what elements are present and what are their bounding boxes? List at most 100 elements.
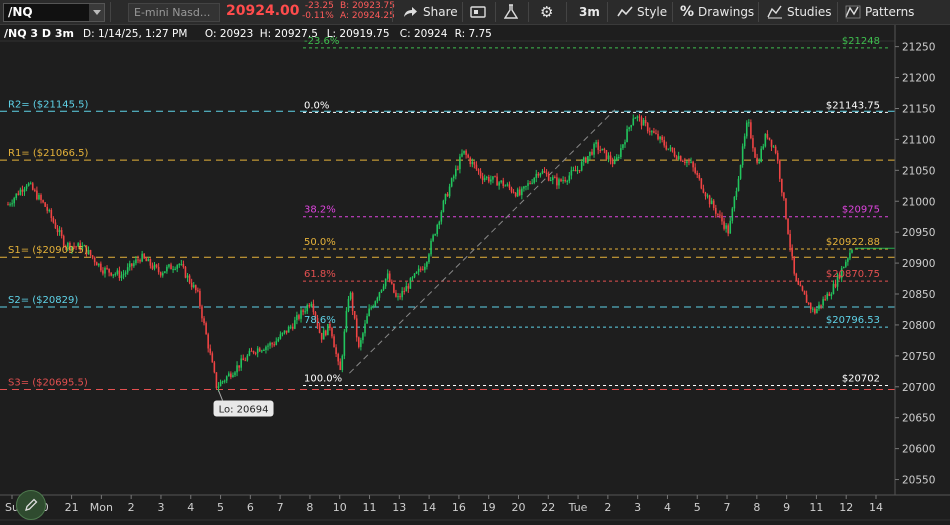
- candle-body: [312, 303, 315, 313]
- candle-body: [15, 193, 18, 199]
- gear-icon: ⚙: [540, 3, 554, 21]
- candle-body: [636, 116, 639, 118]
- candle-body: [446, 193, 449, 197]
- candle-body: [409, 278, 412, 289]
- candle-body: [58, 230, 61, 233]
- candle-body: [166, 266, 168, 272]
- candle-body: [133, 263, 135, 267]
- candle-body: [465, 150, 467, 155]
- candle-body: [743, 136, 746, 147]
- candle-body: [789, 233, 791, 248]
- candle-body: [393, 283, 395, 293]
- divider: [566, 2, 567, 22]
- candle-body: [774, 146, 777, 154]
- candle-body: [411, 277, 414, 279]
- candle-body: [545, 172, 548, 175]
- chevron-down-icon[interactable]: [89, 4, 104, 21]
- patterns-label: Patterns: [865, 5, 915, 19]
- candle-body: [197, 290, 199, 292]
- divider: [528, 2, 529, 22]
- y-tick-label: 20550: [902, 475, 935, 487]
- candle-body: [471, 161, 474, 165]
- symbol-description[interactable]: E-mini Nasd...: [128, 3, 220, 22]
- candle-body: [104, 267, 106, 274]
- y-tick-label: 20700: [902, 382, 935, 394]
- candle-body: [822, 299, 824, 306]
- x-tick-label: 20: [511, 501, 525, 514]
- share-button[interactable]: Share: [402, 0, 458, 24]
- flask-button[interactable]: [504, 0, 518, 24]
- fib-percent-label: 50.0%: [304, 237, 336, 248]
- candle-body: [236, 365, 238, 373]
- candle-body: [756, 157, 758, 163]
- style-button[interactable]: Style: [617, 0, 667, 24]
- candle-body: [618, 157, 620, 159]
- candle-body: [537, 173, 540, 176]
- candle-body: [457, 168, 459, 170]
- snapshot-button[interactable]: [470, 0, 486, 24]
- candle-body: [401, 291, 403, 298]
- pivot-label: S2= ($20829): [8, 295, 78, 306]
- candle-body: [725, 225, 727, 229]
- y-tick-label: 20900: [902, 258, 935, 270]
- candle-body: [36, 190, 38, 200]
- x-tick-label: 16: [452, 501, 466, 514]
- y-tick-label: 21100: [902, 134, 935, 146]
- candle-body: [824, 299, 826, 301]
- candle-body: [531, 182, 533, 184]
- candle-body: [145, 258, 148, 262]
- candle-body: [232, 375, 234, 378]
- candle-body: [230, 373, 232, 378]
- candle-body: [514, 192, 517, 197]
- settings-button[interactable]: ⚙: [540, 0, 553, 24]
- candle-body: [700, 178, 703, 189]
- candle-body: [632, 118, 635, 126]
- candle-body: [576, 169, 579, 172]
- candle-body: [599, 149, 602, 151]
- candle-body: [483, 178, 486, 181]
- candle-body: [141, 253, 143, 262]
- symbol-text: /NQ: [8, 5, 33, 19]
- x-tick-label: 2: [604, 501, 611, 514]
- candle-body: [308, 304, 311, 307]
- pencil-button[interactable]: [16, 490, 46, 520]
- candle-body: [320, 332, 323, 340]
- timeframe-button[interactable]: 3m: [579, 0, 600, 24]
- candle-body: [758, 161, 760, 163]
- candle-body: [137, 259, 139, 261]
- candle-body: [655, 132, 657, 134]
- y-tick-label: 21000: [902, 196, 935, 208]
- chart-canvas[interactable]: /NQ 3 D 3m D: 1/14/25, 1:27 PM O: 20923 H: …: [0, 25, 950, 521]
- candle-body: [397, 296, 399, 298]
- candle-body: [646, 123, 649, 132]
- symbol-selector[interactable]: /NQ: [3, 3, 105, 22]
- candle-body: [467, 154, 469, 158]
- fib-price-label: $21248: [842, 36, 880, 47]
- drawings-button[interactable]: % Drawings: [680, 0, 754, 24]
- candle-body: [454, 168, 457, 177]
- candle-body: [438, 221, 441, 225]
- candle-body: [399, 296, 401, 298]
- candle-body: [826, 293, 829, 300]
- price-chart[interactable]: /NQ 3 D 3m D: 1/14/25, 1:27 PM O: 20923 H: …: [0, 25, 950, 521]
- candle-body: [516, 189, 519, 197]
- studies-button[interactable]: Studies: [767, 0, 832, 24]
- change-block: -23.25 -0.11%: [302, 1, 334, 21]
- patterns-button[interactable]: Patterns: [845, 0, 914, 24]
- candle-body: [551, 177, 554, 181]
- chart-background: [0, 25, 950, 521]
- candle-body: [479, 171, 482, 177]
- x-tick-label: 5: [694, 501, 701, 514]
- candle-body: [370, 307, 372, 309]
- candle-body: [785, 198, 787, 219]
- candle-body: [580, 161, 583, 171]
- candle-body: [648, 131, 651, 133]
- last-price: 20924.00: [226, 3, 300, 19]
- candle-body: [360, 340, 362, 347]
- candle-body: [762, 146, 765, 149]
- x-tick-label: 4: [664, 501, 671, 514]
- candle-body: [624, 142, 626, 145]
- candle-body: [787, 218, 789, 234]
- candle-body: [698, 175, 701, 179]
- candle-body: [108, 268, 110, 273]
